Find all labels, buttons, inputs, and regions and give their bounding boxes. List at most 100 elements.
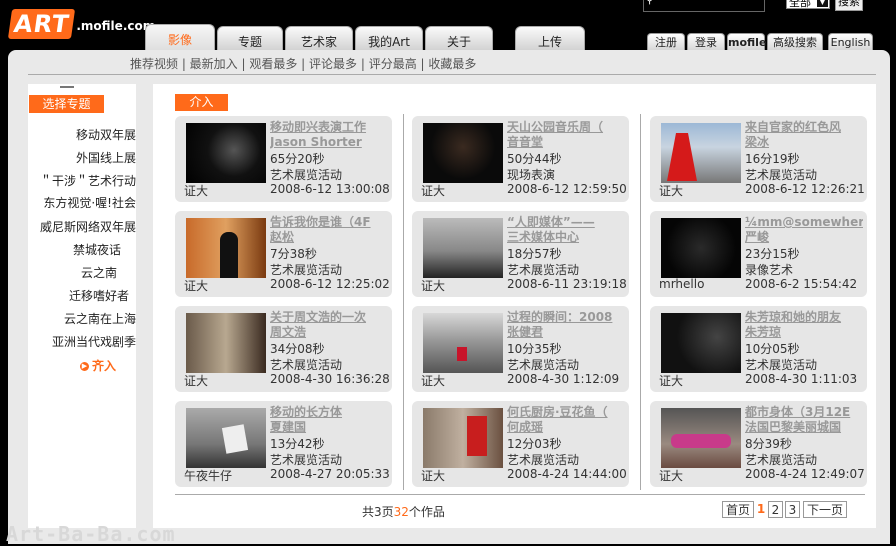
first-page-button[interactable]: 首页: [722, 501, 754, 518]
video-title[interactable]: “人即媒体”——: [507, 215, 625, 230]
video-subtitle[interactable]: 梁冰: [745, 135, 863, 150]
intro-tab[interactable]: 介入: [175, 94, 228, 111]
sidebar-item[interactable]: 东方视觉·喔!社会: [30, 196, 136, 210]
video-subtitle[interactable]: 张健君: [507, 325, 625, 340]
sidebar-item[interactable]: 亚洲当代戏剧季: [30, 335, 136, 349]
login-link[interactable]: 登录: [687, 33, 725, 51]
video-card[interactable]: 午夜牛仔 移动的长方体 夏建国 13分42秒 艺术展览活动 2008-4-27 …: [175, 401, 392, 487]
page-summary: 共3页32个作品: [362, 503, 445, 520]
uploader[interactable]: 午夜牛仔: [184, 467, 232, 484]
video-title[interactable]: 来自官家的红色风: [745, 120, 863, 135]
video-category: 艺术展览活动: [270, 453, 343, 467]
video-date: 2008-4-30 1:12:09: [507, 372, 620, 386]
next-page-button[interactable]: 下一页: [803, 501, 847, 518]
sidebar-more-link[interactable]: ▶ 齐入: [80, 357, 116, 374]
uploader[interactable]: 证大: [421, 467, 445, 484]
uploader[interactable]: mrhello: [659, 277, 704, 291]
uploader[interactable]: 证大: [659, 467, 683, 484]
uploader[interactable]: 证大: [421, 277, 445, 294]
video-card[interactable]: mrhello ¼mm@somewher 严峻 23分15秒 录像艺术 2008…: [650, 211, 867, 297]
uploader[interactable]: 证大: [184, 277, 208, 294]
video-title[interactable]: 朱芳琼和她的朋友: [745, 310, 863, 325]
mofile-link[interactable]: mofile: [727, 33, 766, 51]
page-button[interactable]: 2: [768, 501, 783, 518]
video-card[interactable]: 证大 天山公园音乐周（ 音音堂 50分44秒 现场表演 2008-6-12 12…: [412, 116, 629, 202]
sort-subnav[interactable]: 推荐视频 | 最新加入 | 观看最多 | 评论最多 | 评分最高 | 收藏最多: [130, 55, 476, 72]
sidebar-item[interactable]: 外国线上展: [30, 151, 136, 165]
advanced-search-link[interactable]: 高级搜索: [767, 33, 823, 51]
video-subtitle[interactable]: Jason Shorter: [270, 135, 388, 150]
video-thumbnail[interactable]: [661, 313, 741, 373]
uploader[interactable]: 证大: [659, 372, 683, 389]
video-thumbnail[interactable]: [186, 218, 266, 278]
uploader[interactable]: 证大: [659, 182, 683, 199]
video-thumbnail[interactable]: [661, 218, 741, 278]
video-thumbnail[interactable]: [661, 408, 741, 468]
video-thumbnail[interactable]: [186, 313, 266, 373]
sidebar-item[interactable]: 移动双年展: [30, 128, 136, 142]
sidebar-item[interactable]: 威尼斯网络双年展: [30, 220, 136, 234]
tab-my-art[interactable]: 我的Art: [355, 26, 423, 52]
video-date: 2008-6-12 12:26:21: [745, 182, 865, 196]
sidebar-item[interactable]: 禁城夜话: [15, 243, 121, 257]
video-card[interactable]: 证大 过程的瞬间：2008 张健君 10分35秒 艺术展览活动 2008-4-3…: [412, 306, 629, 392]
video-subtitle[interactable]: 夏建国: [270, 420, 388, 435]
uploader[interactable]: 证大: [421, 182, 445, 199]
video-title[interactable]: 过程的瞬间：2008: [507, 310, 625, 325]
video-card[interactable]: 证大 朱芳琼和她的朋友 朱芳琼 10分05秒 艺术展览活动 2008-4-30 …: [650, 306, 867, 392]
video-thumbnail[interactable]: [661, 123, 741, 183]
sidebar-item[interactable]: 迁移嗜好者: [23, 289, 129, 303]
search-button[interactable]: 搜索: [835, 0, 863, 11]
sidebar-item[interactable]: 云之南: [11, 266, 117, 280]
video-thumbnail[interactable]: [423, 408, 503, 468]
page-button[interactable]: 3: [785, 501, 800, 518]
tab-topics[interactable]: 专题: [217, 26, 283, 52]
video-category: 艺术展览活动: [745, 168, 818, 182]
tab-artists[interactable]: 艺术家: [285, 26, 353, 52]
video-category: 艺术展览活动: [507, 358, 580, 372]
video-thumbnail[interactable]: [186, 408, 266, 468]
tab-about[interactable]: 关于: [425, 26, 493, 52]
english-link[interactable]: English: [828, 33, 873, 51]
video-card[interactable]: 证大 关于周文浩的一次 周文浩 34分08秒 艺术展览活动 2008-4-30 …: [175, 306, 392, 392]
video-card[interactable]: 证大 来自官家的红色风 梁冰 16分19秒 艺术展览活动 2008-6-12 1…: [650, 116, 867, 202]
video-title[interactable]: 都市身体（3月12E: [745, 405, 863, 420]
video-card[interactable]: 证大 告诉我你是谁（4F 赵松 7分38秒 艺术展览活动 2008-6-12 1…: [175, 211, 392, 297]
video-card[interactable]: 证大 都市身体（3月12E 法国巴黎美丽城国 8分39秒 艺术展览活动 2008…: [650, 401, 867, 487]
video-card[interactable]: 证大 “人即媒体”—— 三术媒体中心 18分57秒 艺术展览活动 2008-6-…: [412, 211, 629, 297]
uploader[interactable]: 证大: [184, 372, 208, 389]
video-subtitle[interactable]: 音音堂: [507, 135, 625, 150]
page-button-current[interactable]: 1: [754, 501, 768, 518]
uploader[interactable]: 证大: [184, 182, 208, 199]
search-input[interactable]: [643, 0, 765, 12]
video-subtitle[interactable]: 三术媒体中心: [507, 230, 625, 245]
video-title[interactable]: 天山公园音乐周（: [507, 120, 625, 135]
video-subtitle[interactable]: 何成瑶: [507, 420, 625, 435]
tab-upload[interactable]: 上传: [515, 26, 585, 52]
video-title[interactable]: 关于周文浩的一次: [270, 310, 388, 325]
video-card[interactable]: 证大 移动即兴表演工作 Jason Shorter 65分20秒 艺术展览活动 …: [175, 116, 392, 202]
video-duration: 8分39秒: [745, 437, 792, 451]
site-logo[interactable]: ART .mofile.com: [7, 5, 155, 39]
sidebar-item[interactable]: ＂干涉＂艺术行动: [30, 174, 136, 188]
video-thumbnail[interactable]: [423, 313, 503, 373]
video-thumbnail[interactable]: [423, 123, 503, 183]
video-subtitle[interactable]: 周文浩: [270, 325, 388, 340]
video-subtitle[interactable]: 法国巴黎美丽城国: [745, 420, 863, 435]
search-scope-select[interactable]: 全部 ▼: [786, 0, 830, 9]
video-subtitle[interactable]: 严峻: [745, 230, 863, 245]
uploader[interactable]: 证大: [421, 372, 445, 389]
tab-video[interactable]: 影像: [145, 24, 215, 52]
video-title[interactable]: ¼mm@somewher: [745, 215, 863, 230]
sidebar-item[interactable]: 云之南在上海: [30, 312, 136, 326]
video-subtitle[interactable]: 朱芳琼: [745, 325, 863, 340]
video-title[interactable]: 何氏厨房·豆花鱼（: [507, 405, 625, 420]
video-subtitle[interactable]: 赵松: [270, 230, 388, 245]
video-thumbnail[interactable]: [423, 218, 503, 278]
register-link[interactable]: 注册: [647, 33, 685, 51]
video-title[interactable]: 告诉我你是谁（4F: [270, 215, 388, 230]
video-thumbnail[interactable]: [186, 123, 266, 183]
video-card[interactable]: 证大 何氏厨房·豆花鱼（ 何成瑶 12分03秒 艺术展览活动 2008-4-24…: [412, 401, 629, 487]
video-title[interactable]: 移动的长方体: [270, 405, 388, 420]
video-title[interactable]: 移动即兴表演工作: [270, 120, 388, 135]
